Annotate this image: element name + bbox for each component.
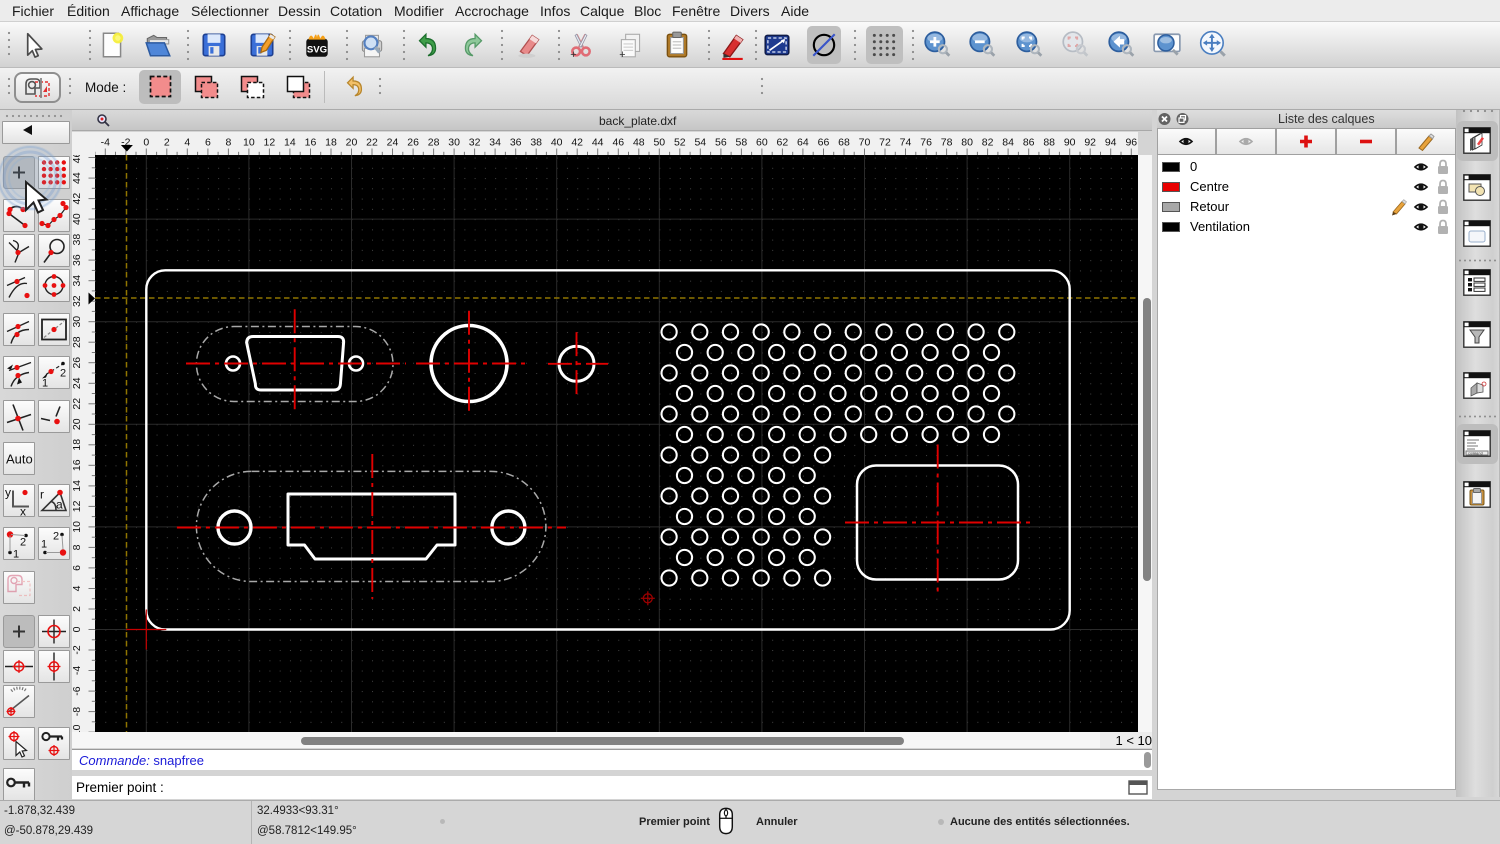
svg-text:8: 8 [225, 136, 231, 148]
svg-text:-8: -8 [72, 706, 83, 715]
svg-text:-6: -6 [72, 686, 83, 695]
svg-text:60: 60 [756, 136, 768, 148]
svg-text:80: 80 [961, 136, 973, 148]
svg-text:24: 24 [72, 377, 83, 389]
svg-text:10: 10 [243, 136, 255, 148]
svg-text:2: 2 [72, 605, 83, 611]
svg-text:38: 38 [72, 233, 83, 245]
svg-text:26: 26 [407, 136, 419, 148]
svg-text:Auto: Auto [6, 452, 33, 467]
svg-text:22: 22 [366, 136, 378, 148]
svg-text:84: 84 [1002, 136, 1014, 148]
svg-text:94: 94 [1105, 136, 1117, 148]
svg-text:2: 2 [164, 136, 170, 148]
svg-text:18: 18 [72, 438, 83, 450]
svg-text:34: 34 [72, 274, 83, 286]
svg-text:-2: -2 [72, 645, 83, 654]
svg-text:32: 32 [72, 295, 83, 307]
svg-text:74: 74 [900, 136, 912, 148]
svg-text:4: 4 [72, 585, 83, 591]
svg-text:x: x [20, 505, 26, 518]
svg-text:40: 40 [551, 136, 563, 148]
svg-text:82: 82 [982, 136, 994, 148]
svg-text:56: 56 [715, 136, 727, 148]
svg-text:28: 28 [72, 336, 83, 348]
svg-text:4: 4 [184, 136, 190, 148]
svg-text:68: 68 [838, 136, 850, 148]
svg-text:40: 40 [72, 213, 83, 225]
svg-text:12: 12 [72, 500, 83, 512]
svg-text:48: 48 [633, 136, 645, 148]
svg-text:18: 18 [325, 136, 337, 148]
svg-text:command: command [1468, 452, 1483, 457]
svg-text:72: 72 [879, 136, 891, 148]
svg-text:46: 46 [72, 155, 83, 163]
svg-text:24: 24 [387, 136, 399, 148]
svg-text:46: 46 [612, 136, 624, 148]
svg-text:36: 36 [510, 136, 522, 148]
svg-text:30: 30 [448, 136, 460, 148]
svg-text:96: 96 [1125, 136, 1137, 148]
svg-text:30: 30 [72, 315, 83, 327]
svg-text:1: 1 [42, 378, 48, 390]
svg-text:44: 44 [592, 136, 604, 148]
svg-text:62: 62 [777, 136, 789, 148]
svg-text:90: 90 [1064, 136, 1076, 148]
svg-text:20: 20 [346, 136, 358, 148]
svg-text:44: 44 [72, 172, 83, 184]
svg-text:-4: -4 [101, 136, 110, 148]
svg-text:SVG: SVG [307, 45, 327, 56]
svg-text:52: 52 [674, 136, 686, 148]
svg-text:42: 42 [72, 192, 83, 204]
svg-text:70: 70 [859, 136, 871, 148]
svg-text:14: 14 [284, 136, 296, 148]
svg-text:r: r [40, 488, 44, 502]
svg-text:32: 32 [469, 136, 481, 148]
svg-text:34: 34 [489, 136, 501, 148]
svg-text:92: 92 [1084, 136, 1096, 148]
svg-text:10: 10 [72, 520, 83, 532]
svg-text:6: 6 [205, 136, 211, 148]
svg-text:76: 76 [920, 136, 932, 148]
svg-text:54: 54 [694, 136, 706, 148]
svg-text:0: 0 [143, 136, 149, 148]
svg-text:y: y [5, 486, 11, 500]
svg-text:26: 26 [72, 356, 83, 368]
svg-text:0: 0 [72, 626, 83, 632]
svg-text:42: 42 [571, 136, 583, 148]
svg-text:58: 58 [736, 136, 748, 148]
svg-text:1: 1 [41, 539, 47, 551]
svg-text:6: 6 [72, 564, 83, 570]
svg-text:86: 86 [1023, 136, 1035, 148]
svg-text:a: a [56, 498, 63, 512]
svg-text:8: 8 [72, 544, 83, 550]
svg-text:88: 88 [1043, 136, 1055, 148]
svg-text:22: 22 [72, 397, 83, 409]
svg-text:+: + [570, 49, 576, 60]
svg-text:+: + [619, 49, 625, 60]
svg-text:2: 2 [20, 537, 26, 549]
svg-text:2: 2 [60, 368, 66, 380]
svg-text:28: 28 [428, 136, 440, 148]
svg-text:20: 20 [72, 418, 83, 430]
svg-text:2: 2 [53, 531, 59, 543]
svg-text:-4: -4 [72, 665, 83, 674]
svg-text:66: 66 [818, 136, 830, 148]
svg-text:38: 38 [530, 136, 542, 148]
svg-text:78: 78 [941, 136, 953, 148]
svg-text:50: 50 [653, 136, 665, 148]
svg-text:14: 14 [72, 479, 83, 491]
svg-text:64: 64 [797, 136, 809, 148]
svg-text:16: 16 [305, 136, 317, 148]
svg-text:36: 36 [72, 254, 83, 266]
svg-text:12: 12 [264, 136, 276, 148]
svg-text:1: 1 [13, 549, 19, 561]
svg-text:16: 16 [72, 459, 83, 471]
